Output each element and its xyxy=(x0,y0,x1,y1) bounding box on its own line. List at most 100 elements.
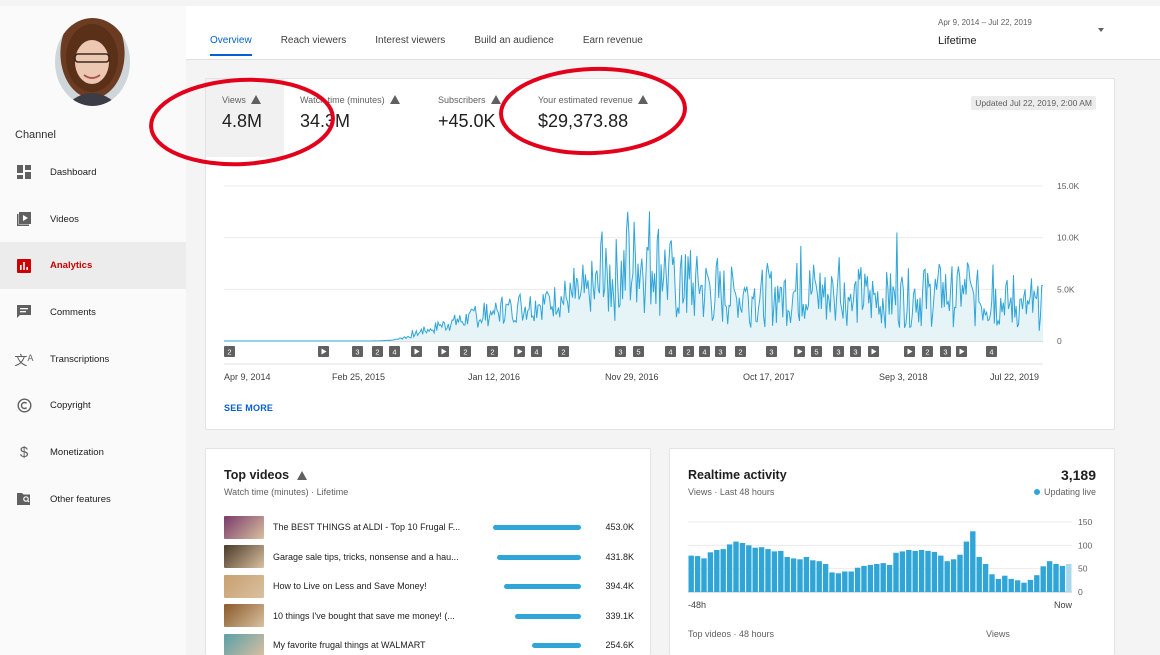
views-area-chart[interactable]: 15.0K 10.0K 5.0K 0 2 3 2 4 2 2 4 2 3 5 4 2 4 3 2 3 5 3 3 2 3 4 Apr… xyxy=(206,79,1116,399)
video-title[interactable]: 10 things I've bought that save me money… xyxy=(273,611,473,621)
realtime-card: Realtime activity Views · Last 48 hours … xyxy=(669,448,1115,655)
event-marker-label: 5 xyxy=(814,348,818,357)
event-marker xyxy=(904,346,915,357)
x-tick-label: Apr 9, 2014 xyxy=(224,372,271,382)
rt-bar xyxy=(707,552,714,592)
x-tick-label: Jul 22, 2019 xyxy=(990,372,1039,382)
event-marker xyxy=(438,346,449,357)
realtime-footer-left: Top videos · 48 hours xyxy=(688,629,775,639)
event-marker: 3 xyxy=(766,346,777,357)
tab-interest-viewers[interactable]: Interest viewers xyxy=(375,6,445,60)
sidebar-item-analytics[interactable]: Analytics xyxy=(0,242,186,290)
translate-icon: 文A xyxy=(14,353,34,369)
event-marker: 4 xyxy=(699,346,710,357)
event-marker: 2 xyxy=(683,346,694,357)
rt-bar xyxy=(1053,564,1059,592)
sidebar-item-label: Copyright xyxy=(50,400,91,412)
event-marker-label: 3 xyxy=(853,348,857,357)
top-video-row[interactable]: How to Live on Less and Save Money! 394.4… xyxy=(224,574,634,598)
event-marker-label: 4 xyxy=(989,348,993,357)
sidebar-item-label: Dashboard xyxy=(50,166,97,178)
event-marker-label: 3 xyxy=(618,348,622,357)
video-title[interactable]: Garage sale tips, tricks, nonsense and a… xyxy=(273,552,473,562)
channel-label: Channel xyxy=(15,129,56,141)
video-title[interactable]: How to Live on Less and Save Money! xyxy=(273,581,473,591)
x-tick-label: Nov 29, 2016 xyxy=(605,372,659,382)
rt-x-tick-label: Now xyxy=(1054,600,1073,610)
sidebar-item-videos[interactable]: Videos xyxy=(0,196,186,243)
rt-bar xyxy=(861,565,867,592)
rt-y-tick-label: 150 xyxy=(1078,517,1092,527)
tabs-divider xyxy=(186,59,1160,60)
sidebar-item-copyright[interactable]: Copyright xyxy=(0,382,186,429)
event-marker-label: 4 xyxy=(392,348,396,357)
rt-bar xyxy=(842,571,848,592)
rt-bar xyxy=(854,567,861,592)
dollar-icon: $ xyxy=(19,443,29,461)
video-thumbnail[interactable] xyxy=(224,633,264,655)
analytics-tabs: Overview Reach viewers Interest viewers … xyxy=(210,6,672,60)
video-title[interactable]: The BEST THINGS at ALDI - Top 10 Frugal … xyxy=(273,522,473,532)
top-videos-subtitle: Watch time (minutes) · Lifetime xyxy=(224,487,349,497)
see-more-link[interactable]: SEE MORE xyxy=(224,403,273,413)
rt-bar xyxy=(1046,561,1053,592)
rt-bar xyxy=(746,545,752,592)
rt-bar xyxy=(938,555,944,592)
top-video-row[interactable]: 10 things I've bought that save me money… xyxy=(224,604,634,628)
rt-bar xyxy=(931,551,938,592)
video-thumbnail[interactable] xyxy=(224,515,264,539)
analytics-icon xyxy=(16,258,32,274)
sidebar-item-monetization[interactable]: $ Monetization xyxy=(0,429,186,476)
sidebar-item-label: Transcriptions xyxy=(50,353,110,365)
sidebar-item-comments[interactable]: Comments xyxy=(0,289,186,336)
rt-bar xyxy=(906,550,912,592)
rt-bar xyxy=(899,551,906,592)
video-bar-track xyxy=(478,643,581,648)
rt-y-tick-label: 100 xyxy=(1078,540,1092,550)
sidebar-item-transcriptions[interactable]: 文A Transcriptions xyxy=(0,336,186,383)
comment-icon xyxy=(16,304,32,320)
channel-avatar[interactable] xyxy=(55,18,130,106)
video-value: 254.6K xyxy=(605,640,634,650)
event-marker-label: 3 xyxy=(355,348,359,357)
event-marker-label: 5 xyxy=(636,348,640,357)
rt-bar xyxy=(957,554,963,592)
rt-bar xyxy=(918,550,925,592)
tab-overview[interactable]: Overview xyxy=(210,6,252,60)
video-bar-track xyxy=(478,613,581,619)
rt-bar xyxy=(797,559,803,592)
rt-bar xyxy=(1066,564,1072,592)
video-thumbnail[interactable] xyxy=(224,574,264,598)
date-range-text[interactable]: Apr 9, 2014 – Jul 22, 2019 xyxy=(938,18,1032,27)
top-video-row[interactable]: Garage sale tips, tricks, nonsense and a… xyxy=(224,545,634,569)
event-marker: 4 xyxy=(986,346,997,357)
rt-bar xyxy=(720,549,726,592)
tab-earn-revenue[interactable]: Earn revenue xyxy=(583,6,643,60)
date-range-selected[interactable]: Lifetime xyxy=(938,35,977,47)
rt-bar xyxy=(726,544,733,592)
rt-bar xyxy=(688,555,694,592)
realtime-bar-chart[interactable]: 150 100 50 0 -48h Now xyxy=(670,449,1116,619)
event-marker xyxy=(318,346,329,357)
sidebar-item-other-features[interactable]: Other features xyxy=(0,476,186,523)
event-marker: 2 xyxy=(460,346,471,357)
rt-bar xyxy=(976,557,982,592)
video-bar xyxy=(497,554,581,560)
video-thumbnail[interactable] xyxy=(224,604,264,627)
chevron-down-icon[interactable] xyxy=(1098,28,1104,32)
event-marker: 2 xyxy=(487,346,498,357)
top-video-row[interactable]: The BEST THINGS at ALDI - Top 10 Frugal … xyxy=(224,515,634,539)
event-marker: 3 xyxy=(850,346,861,357)
event-marker: 5 xyxy=(811,346,822,357)
video-thumbnail[interactable] xyxy=(224,545,264,568)
rt-bar xyxy=(701,558,707,592)
x-tick-label: Sep 3, 2018 xyxy=(879,372,928,382)
video-bar xyxy=(493,525,581,530)
sidebar-item-label: Analytics xyxy=(50,260,93,272)
sidebar-item-dashboard[interactable]: Dashboard xyxy=(0,149,186,196)
tab-reach-viewers[interactable]: Reach viewers xyxy=(281,6,347,60)
tab-build-an-audience[interactable]: Build an audience xyxy=(474,6,554,60)
video-title[interactable]: My favorite frugal things at WALMART xyxy=(273,640,473,650)
rt-bar xyxy=(1059,565,1066,592)
top-video-row[interactable]: My favorite frugal things at WALMART 254.… xyxy=(224,633,634,655)
